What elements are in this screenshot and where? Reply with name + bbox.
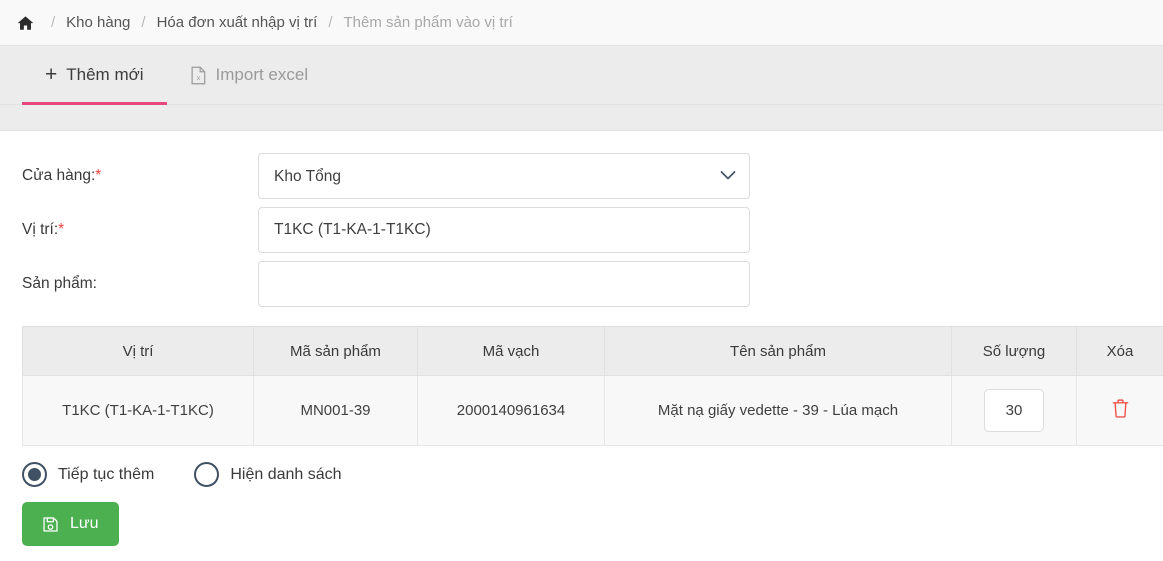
column-header-delete: Xóa [1076, 326, 1163, 376]
label-store: Cửa hàng:* [0, 167, 258, 185]
action-row: Lưu [0, 487, 1163, 546]
tab-them-moi-label: Thêm mới [66, 65, 144, 84]
field-row-store: Cửa hàng:* Kho Tổng [0, 153, 1163, 199]
label-location: Vị trí:* [0, 221, 258, 239]
tab-bar: + Thêm mới x Import excel [0, 46, 1163, 105]
cell-product-name: Mặt nạ giấy vedette - 39 - Lúa mạch [604, 375, 952, 446]
tab-bar-filler [0, 105, 1163, 131]
cell-barcode: 2000140961634 [417, 375, 605, 446]
form-area: Cửa hàng:* Kho Tổng Vị trí:* Sản phẩm: [0, 131, 1163, 307]
quantity-input[interactable] [984, 389, 1044, 432]
field-row-location: Vị trí:* [0, 207, 1163, 253]
label-location-text: Vị trí: [22, 221, 59, 238]
cell-product-code: MN001-39 [253, 375, 418, 446]
label-store-required: * [95, 167, 102, 184]
table-header-row: Vị trí Mã sản phẩm Mã vạch Tên sản phẩm … [22, 326, 1163, 376]
store-select-wrap: Kho Tổng [258, 153, 750, 199]
save-floppy-icon [42, 516, 59, 533]
delete-row-button[interactable] [1111, 398, 1130, 422]
product-input[interactable] [258, 261, 750, 307]
svg-text:x: x [196, 74, 200, 81]
column-header-product-code: Mã sản phẩm [253, 326, 418, 376]
label-product: Sản phẩm: [0, 275, 258, 293]
table-row: T1KC (T1-KA-1-T1KC) MN001-39 20001409616… [22, 375, 1163, 446]
breadcrumb-item-hoa-don[interactable]: Hóa đơn xuất nhập vị trí [157, 14, 318, 31]
products-table-wrap: Vị trí Mã sản phẩm Mã vạch Tên sản phẩm … [0, 315, 1163, 446]
post-save-options: Tiếp tục thêm Hiện danh sách [0, 446, 1163, 487]
radio-hien-danh-sach-dot[interactable] [194, 462, 220, 487]
product-input-wrap [258, 261, 750, 307]
radio-tiep-tuc-them[interactable]: Tiếp tục thêm [22, 462, 154, 487]
breadcrumb-separator-2: / [328, 14, 333, 31]
tab-import-excel-label: Import excel [215, 65, 309, 84]
breadcrumb-separator-1: / [141, 14, 146, 31]
excel-file-icon: x [190, 65, 207, 86]
field-row-product: Sản phẩm: [0, 261, 1163, 307]
location-input-wrap [258, 207, 750, 253]
cell-location: T1KC (T1-KA-1-T1KC) [22, 375, 254, 446]
location-input[interactable] [258, 207, 750, 253]
breadcrumb-separator-0: / [51, 14, 56, 31]
products-table: Vị trí Mã sản phẩm Mã vạch Tên sản phẩm … [22, 326, 1163, 446]
column-header-barcode: Mã vạch [417, 326, 605, 376]
tab-them-moi[interactable]: + Thêm mới [22, 46, 167, 105]
breadcrumb-item-kho-hang[interactable]: Kho hàng [66, 14, 130, 31]
radio-tiep-tuc-them-dot[interactable] [22, 462, 47, 487]
label-product-text: Sản phẩm: [22, 275, 97, 292]
home-icon[interactable] [14, 12, 36, 34]
save-button-label: Lưu [70, 515, 99, 532]
label-store-text: Cửa hàng: [22, 167, 96, 184]
radio-hien-danh-sach-label: Hiện danh sách [230, 465, 342, 483]
column-header-location: Vị trí [22, 326, 254, 376]
trash-icon [1111, 398, 1130, 422]
store-select[interactable]: Kho Tổng [258, 153, 750, 199]
cell-quantity [951, 375, 1077, 446]
label-location-required: * [58, 221, 65, 238]
cell-delete [1076, 375, 1163, 446]
tab-import-excel[interactable]: x Import excel [167, 46, 332, 104]
column-header-quantity: Số lượng [951, 326, 1077, 376]
radio-tiep-tuc-them-label: Tiếp tục thêm [58, 465, 155, 483]
breadcrumb: / Kho hàng / Hóa đơn xuất nhập vị trí / … [0, 0, 1163, 46]
column-header-product-name: Tên sản phẩm [604, 326, 952, 376]
breadcrumb-item-current: Thêm sản phẩm vào vị trí [343, 14, 513, 31]
radio-hien-danh-sach[interactable]: Hiện danh sách [194, 462, 342, 487]
save-button[interactable]: Lưu [22, 502, 119, 546]
plus-icon: + [45, 62, 58, 86]
